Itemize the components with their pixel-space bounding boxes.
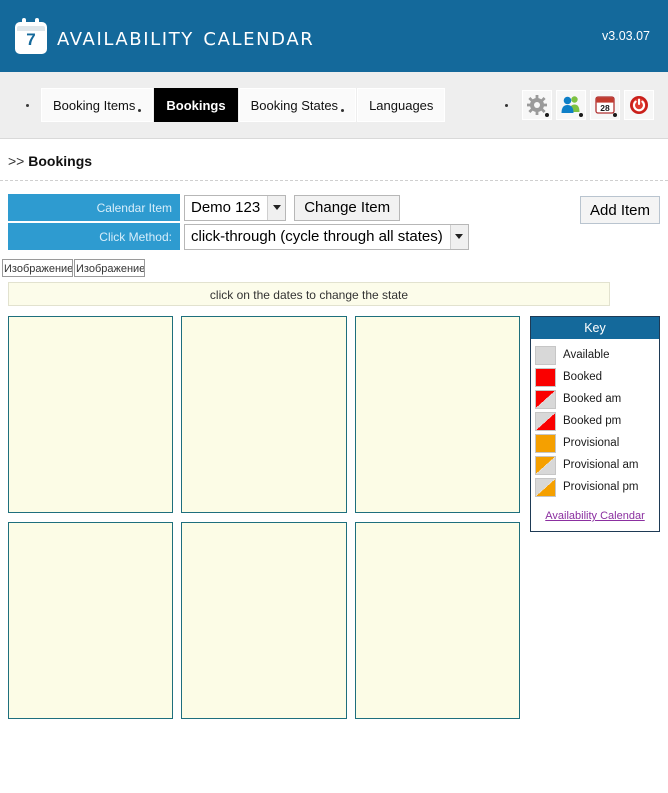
key-item-label: Booked [563,371,603,383]
chevron-down-icon [449,224,468,249]
key-item-booked: Booked [531,366,659,388]
nav-leading-bullet-icon [26,103,29,107]
calendar-month-box[interactable] [354,522,520,719]
users-button[interactable] [556,90,586,120]
calendar-logo-day: 7 [26,30,36,49]
key-item-label: Booked am [563,393,622,405]
nav-tab-label: Languages [369,97,434,113]
calendar-month-box[interactable] [8,522,174,719]
settings-button[interactable] [522,90,552,120]
add-item-button[interactable]: Add Item [579,196,660,224]
breadcrumb: >> Bookings [0,139,668,181]
swatch-provisional-am-icon [535,455,556,475]
click-method-value: click-through (cycle through all states) [191,228,443,245]
change-item-button[interactable]: Change Item [294,194,401,221]
instruction-bar: click on the dates to change the state [8,282,610,306]
calendar-item-label: Calendar Item [8,194,180,221]
click-method-label: Click Method: [8,223,180,250]
nav-tab-dot-icon [138,109,142,112]
availability-calendar-link[interactable]: Availability Calendar [545,510,644,522]
calendar-month-box[interactable] [181,522,347,719]
breadcrumb-current: Bookings [28,153,93,169]
broken-image-row: Изображение Изображение [2,259,668,277]
app-logo: 7 Availability Calendar [14,18,602,54]
swatch-provisional-icon [535,433,556,453]
key-item-list: Available Booked Booked am Booked pm Pro… [531,339,659,502]
key-item-booked-pm: Booked pm [531,410,659,432]
broken-image-placeholder[interactable]: Изображение [2,259,73,277]
booking-form: Calendar Item Demo 123 Change Item Click… [0,181,668,250]
key-item-provisional: Provisional [531,432,659,454]
calendar-item-controls: Demo 123 Change Item [180,194,401,221]
calendar-month-box[interactable] [354,316,520,513]
swatch-booked-am-icon [535,389,556,409]
main-navbar: Booking Items Bookings Booking States La… [0,72,668,139]
calendar-item-row: Calendar Item Demo 123 Change Item [0,194,668,221]
nav-icon-group: 28 [505,90,654,120]
settings-dot-icon [545,113,549,117]
calendar-area: Key Available Booked Booked am Booked pm… [0,316,668,719]
calendar-button[interactable]: 28 [590,90,620,120]
nav-tab-booking-items[interactable]: Booking Items [41,88,154,122]
key-item-available: Available [531,344,659,366]
power-icon [625,94,653,116]
swatch-available-icon [535,345,556,365]
swatch-provisional-pm-icon [535,477,556,497]
swatch-booked-icon [535,367,556,387]
key-link-row: Availability Calendar [531,502,659,531]
calendar-dot-icon [613,113,617,117]
breadcrumb-chevron: >> [8,153,25,169]
key-item-label: Provisional pm [563,481,639,493]
click-method-select[interactable]: click-through (cycle through all states) [184,223,469,250]
key-item-label: Provisional [563,437,620,449]
nav-tab-dot-icon [341,109,345,112]
app-header: 7 Availability Calendar v3.03.07 [0,0,668,72]
click-method-row: Click Method: click-through (cycle throu… [0,223,668,250]
logout-button[interactable] [624,90,654,120]
app-version: v3.03.07 [602,29,650,43]
calendar-item-value: Demo 123 [191,199,261,216]
calendar-month-box[interactable] [8,316,174,513]
key-item-label: Available [563,349,610,361]
key-item-label: Booked pm [563,415,622,427]
key-item-provisional-pm: Provisional pm [531,476,659,498]
calendar-logo-icon: 7 [14,18,48,54]
nav-tab-languages[interactable]: Languages [357,88,446,122]
nav-icons-bullet-icon [505,103,508,107]
key-panel-title: Key [531,317,659,339]
key-item-booked-am: Booked am [531,388,659,410]
calendar-month-grid [8,316,520,719]
swatch-booked-pm-icon [535,411,556,431]
nav-tabs: Booking Items Bookings Booking States La… [41,88,505,122]
app-title: Availability Calendar [57,21,315,51]
calendar-item-select[interactable]: Demo 123 [184,194,287,221]
key-item-label: Provisional am [563,459,639,471]
key-item-provisional-am: Provisional am [531,454,659,476]
calendar-month-box[interactable] [181,316,347,513]
chevron-down-icon [267,195,286,220]
users-dot-icon [579,113,583,117]
key-panel: Key Available Booked Booked am Booked pm… [530,316,660,532]
nav-tab-bookings[interactable]: Bookings [154,88,238,122]
broken-image-placeholder[interactable]: Изображение [74,259,145,277]
nav-tab-label: Booking States [250,97,339,113]
svg-text:28: 28 [600,103,610,113]
nav-tab-label: Booking Items [53,97,136,113]
nav-tab-booking-states[interactable]: Booking States [238,88,357,122]
click-method-controls: click-through (cycle through all states) [180,223,469,250]
nav-tab-label: Bookings [166,97,226,113]
